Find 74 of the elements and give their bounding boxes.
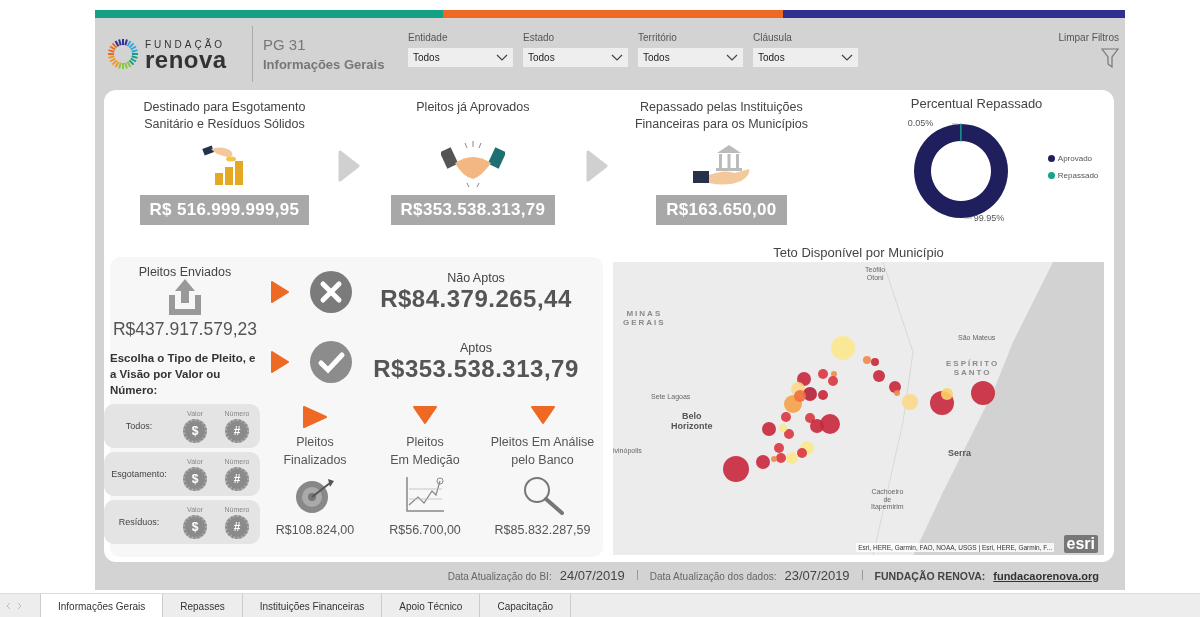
upload-icon (169, 279, 201, 315)
filter-label: Território (638, 31, 678, 43)
play-arrow-icon (586, 150, 609, 182)
chevron-down-icon (841, 53, 853, 61)
stage-value: R$56.700,00 (389, 523, 461, 537)
chart-title: Percentual Repassado (910, 96, 1043, 111)
footer-label: Data Atualização dos dados: (649, 571, 777, 582)
check-circle-icon (309, 340, 353, 384)
next-page-icon (17, 602, 22, 610)
data-label: 0.05% (907, 118, 934, 128)
data-label: 99.95% (973, 213, 1005, 223)
kpi-title: Destinado para Esgotamento Sanitário e Resíduos Sólidos (143, 99, 306, 133)
leader-line (963, 217, 973, 219)
chevron-down-icon (496, 53, 508, 61)
play-arrow-icon (337, 150, 360, 182)
footer-label: Data Atualização do BI: (447, 571, 552, 582)
filter-label: Entidade (408, 31, 449, 43)
clear-filters-button[interactable]: Limpar Filtros (1058, 32, 1119, 68)
page-tab[interactable]: Informações Gerais (40, 594, 164, 617)
filter-label: Cláusula (753, 31, 793, 43)
section-title: Pleitos Enviados (138, 265, 232, 279)
map-label: ESPÍRITO SANTO (946, 360, 1000, 378)
leader-line (951, 123, 959, 125)
map-label: Belo Horizonte (671, 412, 713, 432)
filter-dropdown[interactable]: Todos (408, 47, 513, 67)
kpi-title: Pleitos já Aprovados (416, 99, 530, 116)
stage-title: Pleitos Finalizados (283, 434, 347, 469)
logo-text: FUNDAÇÃO (145, 38, 227, 50)
cross-circle-icon (309, 270, 353, 314)
toggle-label: Todos: (124, 421, 154, 431)
toggle-label: Esgotamento: (110, 469, 168, 479)
chevron-down-icon (611, 53, 623, 61)
logo-wordmark: renova (145, 49, 227, 70)
filter-label: Estado (523, 31, 556, 43)
stage-title: Pleitos Em Análise pelo Banco (490, 434, 595, 469)
outcome-title: Não Aptos (447, 271, 505, 285)
filter-dropdown[interactable]: Todos (523, 47, 628, 67)
kpi-title: Repassado pelas Instituições Financeiras para os Municípios (634, 99, 808, 133)
stage-title: Pleitos Em Medição (390, 434, 460, 469)
previous-page-icon (6, 602, 11, 610)
kpi-value: R$353.538.313,79 (390, 195, 556, 225)
filter-dropdown[interactable]: Todos (638, 47, 743, 67)
sent-value: R$437.917.579,23 (113, 319, 257, 340)
footer-date: 23/07/2019 (784, 568, 850, 583)
toggle-label: Resíduos: (117, 517, 161, 527)
filter-icon (1101, 48, 1119, 68)
logo-ring-icon (107, 38, 139, 70)
stage-value: R$108.824,00 (275, 523, 355, 537)
stage-value: R$85.832.287,59 (494, 523, 591, 537)
instruction-text: Escolha o Tipo de Pleito, e a Visão por Valor ou Número: (110, 351, 257, 398)
legend-label: Repassado (1057, 171, 1099, 180)
page-code: PG 31 (263, 36, 307, 53)
outcome-value: R$353.538.313,79 (373, 355, 579, 383)
website-link[interactable]: fundacaorenova.org (993, 570, 1099, 582)
line-graph-icon (404, 475, 446, 515)
legend-label: Aprovado (1057, 154, 1093, 163)
chevron-down-icon (726, 53, 738, 61)
outcome-title: Aptos (460, 341, 492, 355)
page-title: Informações Gerais (263, 57, 386, 72)
handshake-icon (440, 139, 505, 189)
footer-org: FUNDAÇÃO RENOVA: (874, 570, 986, 582)
filter-dropdown[interactable]: Todos (753, 47, 858, 67)
kpi-value: R$163.650,00 (656, 195, 787, 225)
map-label: Serra (948, 449, 972, 459)
map-label: MINAS GERAIS (623, 310, 666, 328)
play-arrow-icon (271, 281, 289, 303)
outcome-value: R$84.379.265,44 (380, 285, 572, 313)
kpi-value: R$ 516.999.999,95 (139, 195, 310, 225)
play-arrow-icon (302, 405, 328, 429)
map-provider-logo: esri (1063, 535, 1098, 553)
play-arrow-icon (271, 351, 289, 373)
magnifier-icon (521, 475, 564, 515)
map-title: Teto Disponível por Município (773, 245, 944, 260)
footer-date: 24/07/2019 (559, 568, 625, 583)
